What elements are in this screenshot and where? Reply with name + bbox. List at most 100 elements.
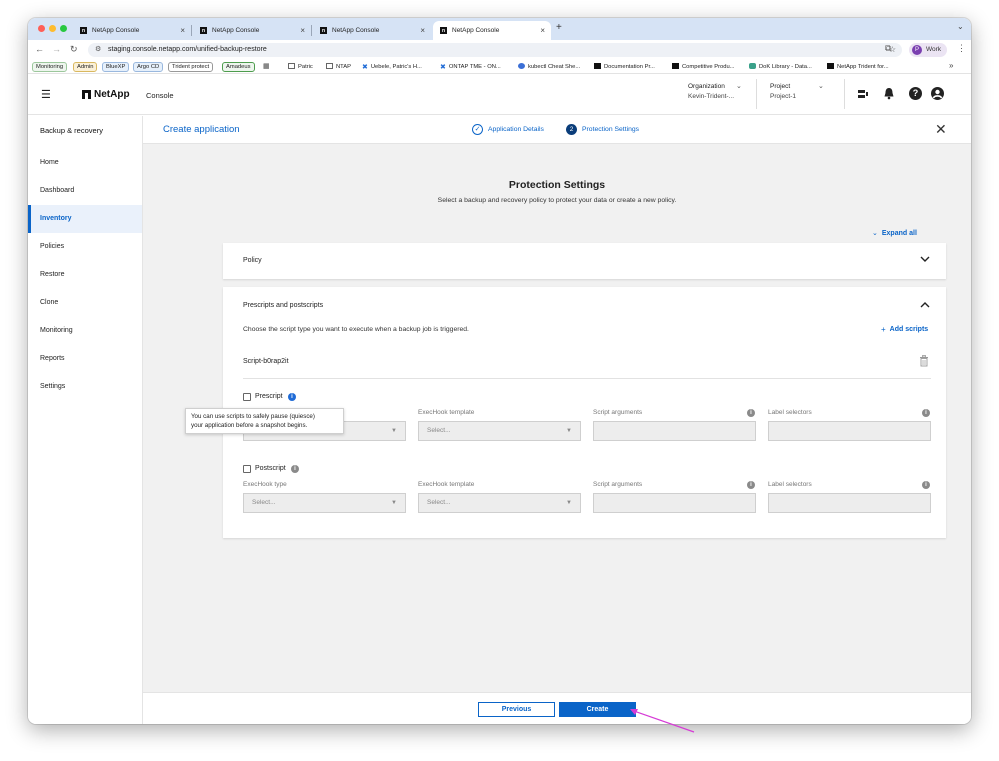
bookmarks-bar: Monitoring Admin BlueXP Argo CD Trident … xyxy=(28,60,971,74)
dropdown-caret-icon: ▼ xyxy=(566,500,572,506)
prescript-label-selectors-input[interactable] xyxy=(768,421,931,441)
bookmark-chip[interactable]: Amadeus xyxy=(222,62,255,72)
close-tab-icon[interactable]: × xyxy=(540,26,545,35)
bookmark-link[interactable]: NetApp Trident for... xyxy=(827,63,889,71)
close-tab-icon[interactable]: × xyxy=(420,26,425,35)
bookmark-link[interactable]: ✖ ONTAP TME - ON... xyxy=(440,63,501,71)
label-selectors-info-icon[interactable]: i xyxy=(922,481,930,489)
postscript-exechook-type-select[interactable]: Select... ▼ xyxy=(243,493,406,513)
prescript-info-icon[interactable]: i xyxy=(288,393,296,401)
site-settings-icon[interactable]: ⚙ xyxy=(95,43,101,57)
label-selectors-info-icon[interactable]: i xyxy=(922,409,930,417)
add-scripts-button[interactable]: + Add scripts xyxy=(881,326,929,334)
netapp-logo[interactable]: NetApp xyxy=(82,89,130,100)
sidebar-title: Backup & recovery xyxy=(40,126,103,135)
postscript-label[interactable]: Postscript xyxy=(255,465,286,472)
exechook-template-label: ExecHook template xyxy=(418,481,475,488)
sidebar-item-home[interactable]: Home xyxy=(28,149,142,177)
postscript-checkbox[interactable] xyxy=(243,465,251,473)
bookmark-chip[interactable]: Trident protect xyxy=(168,62,214,72)
tab-list-chevron-icon[interactable]: ⌄ xyxy=(957,22,964,31)
user-account-icon[interactable] xyxy=(931,87,944,100)
bookmark-link[interactable]: Documentation Pr... xyxy=(594,63,655,71)
connector-icon[interactable] xyxy=(857,88,869,100)
close-wizard-icon[interactable]: ✕ xyxy=(935,121,947,138)
hamburger-menu-icon[interactable]: ☰ xyxy=(41,88,51,101)
postscript-exechook-template-select[interactable]: Select... ▼ xyxy=(418,493,581,513)
back-arrow-icon[interactable]: ← xyxy=(35,44,44,54)
prescript-script-arguments-input[interactable] xyxy=(593,421,756,441)
maximize-window-dot[interactable] xyxy=(60,25,67,32)
wizard-footer: Previous Create xyxy=(143,692,971,724)
bookmark-link[interactable]: Competitive Produ... xyxy=(672,63,735,71)
bookmark-folder[interactable]: NTAP xyxy=(326,63,351,71)
close-window-dot[interactable] xyxy=(38,25,45,32)
browser-tab[interactable]: n NetApp Console × xyxy=(73,21,192,40)
section-subheading: Select a backup and recovery policy to p… xyxy=(437,197,677,204)
sidebar-item-monitoring[interactable]: Monitoring xyxy=(28,317,142,345)
address-row: ← → ↻ ⚙ staging.console.netapp.com/unifi… xyxy=(28,40,971,60)
bookmark-link[interactable]: DoK Library - Data... xyxy=(749,63,812,71)
policy-accordion[interactable]: Policy xyxy=(223,243,946,279)
new-tab-button[interactable]: + xyxy=(556,22,562,33)
wizard-step-label: Protection Settings xyxy=(582,126,640,133)
add-scripts-label: Add scripts xyxy=(889,326,929,333)
project-selector[interactable]: Project Project-1 ⌄ xyxy=(770,83,830,107)
script-arguments-label: Script arguments xyxy=(593,481,643,488)
expand-all-link[interactable]: ⌄ Expand all xyxy=(872,229,917,238)
profile-button[interactable]: P Work xyxy=(909,43,947,57)
scripts-description: Choose the script type you want to execu… xyxy=(243,326,469,333)
sidebar-item-restore[interactable]: Restore xyxy=(28,261,142,289)
script-arguments-info-icon[interactable]: i xyxy=(747,409,755,417)
bookmarks-overflow-icon[interactable]: » xyxy=(949,61,953,70)
exechook-type-label: ExecHook type xyxy=(243,481,287,488)
browser-tab[interactable]: n NetApp Console × xyxy=(193,21,312,40)
bookmark-folder[interactable]: Patric xyxy=(288,63,313,71)
forward-arrow-icon[interactable]: → xyxy=(52,44,61,54)
expand-all-label: Expand all xyxy=(881,229,917,237)
organization-selector[interactable]: Organization Kevin-Trident-... ⌄ xyxy=(688,83,750,107)
minimize-window-dot[interactable] xyxy=(49,25,56,32)
left-sidebar: Backup & recovery Home Dashboard Invento… xyxy=(28,116,143,724)
bookmark-chip[interactable]: BlueXP xyxy=(102,62,130,72)
help-icon[interactable]: ? xyxy=(909,87,922,100)
browser-tab[interactable]: n NetApp Console × xyxy=(313,21,431,40)
folder-icon xyxy=(288,63,295,69)
sidebar-item-dashboard[interactable]: Dashboard xyxy=(28,177,142,205)
chevron-down-icon[interactable] xyxy=(919,254,931,264)
reload-icon[interactable]: ↻ xyxy=(70,44,78,55)
previous-button[interactable]: Previous xyxy=(478,702,555,717)
confluence-icon: ✖ xyxy=(440,64,446,71)
notifications-bell-icon[interactable] xyxy=(883,87,895,100)
postscript-label-selectors-input[interactable] xyxy=(768,493,931,513)
browser-menu-icon[interactable]: ⋮ xyxy=(957,43,966,54)
dok-icon xyxy=(749,63,756,69)
wizard-step-protection-settings[interactable]: 2 Protection Settings xyxy=(566,124,639,135)
browser-tab-active[interactable]: n NetApp Console × xyxy=(433,21,551,40)
prescript-exechook-template-select[interactable]: Select... ▼ xyxy=(418,421,581,441)
sidebar-item-clone[interactable]: Clone xyxy=(28,289,142,317)
postscript-info-icon[interactable]: i xyxy=(291,465,299,473)
apps-grid-icon[interactable]: ▦ xyxy=(263,62,270,70)
close-tab-icon[interactable]: × xyxy=(300,26,305,35)
close-tab-icon[interactable]: × xyxy=(180,26,185,35)
bookmark-link[interactable]: ✖ Uebele, Patric's H... xyxy=(362,63,422,71)
sidebar-item-reports[interactable]: Reports xyxy=(28,345,142,373)
sidebar-item-policies[interactable]: Policies xyxy=(28,233,142,261)
wizard-step-application-details[interactable]: ✓ Application Details xyxy=(472,124,544,135)
bookmark-chip[interactable]: Monitoring xyxy=(32,62,68,72)
prescript-label[interactable]: Prescript xyxy=(255,393,283,400)
url-bar[interactable]: ⚙ staging.console.netapp.com/unified-bac… xyxy=(88,43,902,57)
bookmark-link[interactable]: kubectl Cheat She... xyxy=(518,63,580,71)
sidebar-item-inventory[interactable]: Inventory xyxy=(28,205,142,233)
sidebar-item-settings[interactable]: Settings xyxy=(28,373,142,401)
extensions-icon[interactable]: ⧉ xyxy=(885,43,891,54)
trash-icon[interactable] xyxy=(919,355,929,367)
script-arguments-info-icon[interactable]: i xyxy=(747,481,755,489)
chevron-up-icon[interactable] xyxy=(919,300,931,310)
bookmark-chip[interactable]: Argo CD xyxy=(133,62,164,72)
bookmark-chip[interactable]: Admin xyxy=(73,62,98,72)
postscript-script-arguments-input[interactable] xyxy=(593,493,756,513)
prescript-checkbox[interactable] xyxy=(243,393,251,401)
label-selectors-label: Label selectors xyxy=(768,409,812,416)
